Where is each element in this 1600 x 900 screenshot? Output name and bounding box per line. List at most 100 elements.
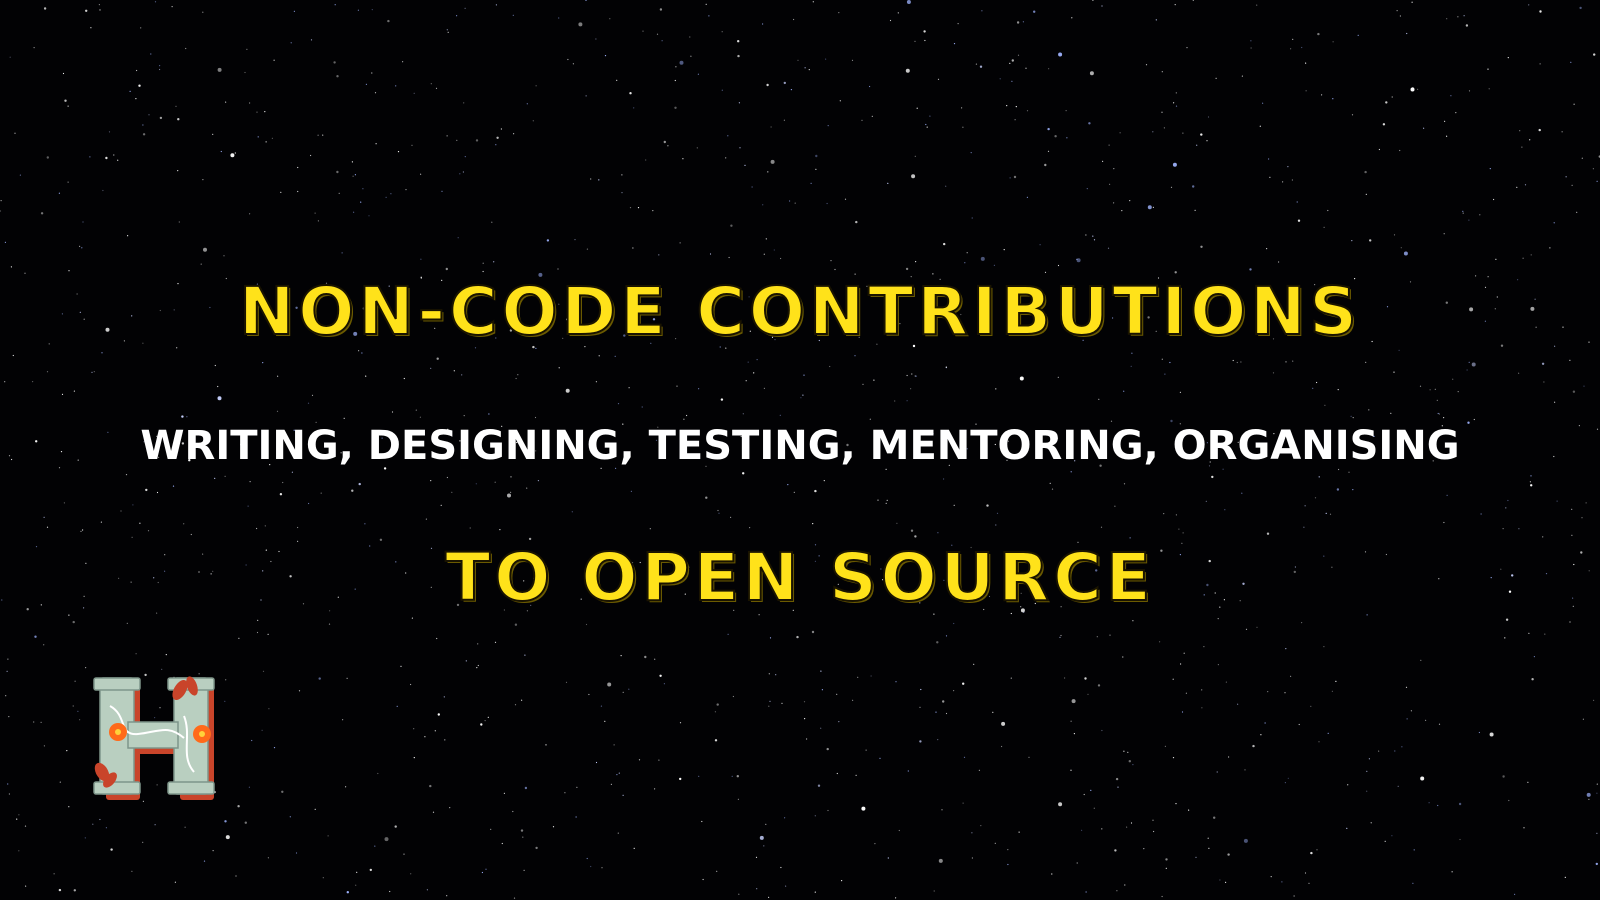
star — [1009, 177, 1011, 179]
star — [46, 156, 49, 159]
star — [759, 835, 764, 840]
star — [609, 18, 611, 20]
star — [276, 410, 279, 412]
star — [73, 390, 75, 392]
star — [1163, 513, 1165, 515]
star — [212, 133, 214, 135]
star — [1428, 802, 1430, 804]
star — [1285, 648, 1287, 650]
star — [1087, 693, 1089, 696]
star — [1192, 0, 1194, 1]
star — [0, 210, 2, 212]
star — [185, 47, 187, 50]
star — [80, 530, 82, 533]
star — [780, 866, 782, 869]
star — [1194, 209, 1196, 211]
star — [159, 68, 161, 71]
star — [446, 895, 448, 897]
star — [61, 393, 64, 395]
star — [727, 633, 729, 635]
star — [256, 527, 258, 530]
star — [246, 48, 248, 51]
star — [980, 825, 982, 827]
star — [73, 889, 77, 892]
star — [1529, 481, 1531, 483]
star — [295, 852, 298, 854]
star — [732, 695, 735, 698]
star — [496, 136, 499, 139]
star — [482, 262, 484, 264]
star — [1051, 488, 1054, 490]
star — [224, 820, 227, 823]
star — [1101, 729, 1103, 732]
star — [1382, 123, 1386, 126]
star — [129, 90, 131, 92]
star — [430, 367, 432, 369]
star — [1260, 734, 1262, 736]
star — [1033, 10, 1036, 13]
star — [462, 171, 464, 173]
star — [1048, 68, 1050, 70]
star — [1108, 144, 1110, 146]
star — [649, 528, 651, 530]
star — [308, 502, 310, 505]
star — [705, 496, 708, 499]
star — [698, 775, 700, 777]
star — [1215, 77, 1217, 79]
star — [943, 242, 946, 246]
star — [1207, 837, 1209, 839]
star — [249, 213, 251, 215]
star — [257, 619, 259, 622]
star — [1553, 222, 1555, 224]
star — [1335, 680, 1337, 683]
star — [1107, 247, 1110, 249]
star — [1576, 211, 1578, 213]
star — [1039, 244, 1041, 246]
star — [18, 814, 20, 816]
star — [1585, 502, 1587, 504]
star — [1161, 71, 1163, 73]
star — [384, 837, 389, 842]
star — [1240, 361, 1242, 363]
star — [459, 173, 461, 175]
star — [1165, 867, 1167, 869]
star — [613, 744, 615, 746]
star — [273, 59, 275, 61]
star — [1455, 112, 1457, 114]
star — [622, 794, 624, 796]
star — [249, 481, 251, 483]
star — [766, 83, 769, 87]
star — [7, 658, 9, 660]
star — [552, 826, 555, 828]
star — [1310, 851, 1313, 855]
star — [1365, 361, 1367, 363]
star — [1351, 240, 1353, 242]
star — [93, 371, 95, 373]
star — [1013, 175, 1017, 179]
star — [1505, 618, 1509, 621]
star — [1179, 391, 1181, 393]
star — [933, 890, 935, 892]
star — [945, 366, 947, 368]
star — [43, 7, 47, 10]
star — [1129, 200, 1131, 202]
star — [1406, 32, 1408, 35]
star — [1282, 181, 1284, 183]
star — [1308, 882, 1310, 884]
star — [895, 681, 897, 683]
star — [127, 235, 129, 237]
star — [1161, 358, 1163, 360]
star — [870, 675, 872, 677]
star — [585, 95, 587, 97]
star — [244, 821, 247, 824]
star — [59, 781, 61, 783]
star — [658, 254, 660, 256]
star — [336, 170, 339, 174]
star — [851, 59, 854, 62]
star — [785, 885, 787, 887]
star — [1423, 127, 1425, 129]
star — [1217, 618, 1219, 620]
star — [1088, 122, 1091, 125]
star — [916, 107, 918, 109]
star — [352, 175, 354, 177]
